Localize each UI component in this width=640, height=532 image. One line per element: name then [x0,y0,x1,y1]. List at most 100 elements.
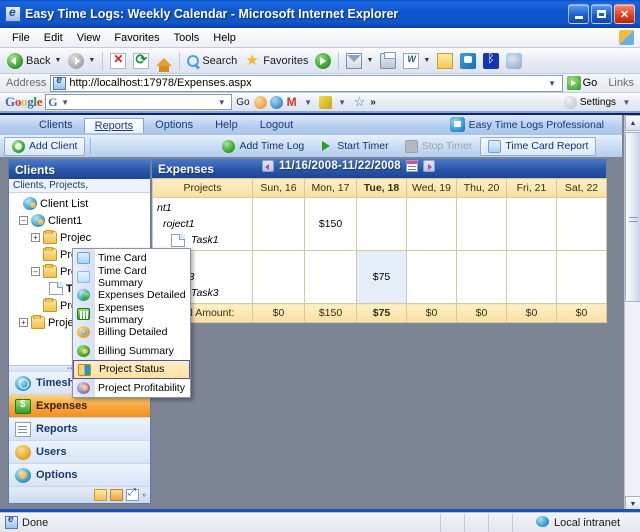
google-go-button[interactable]: Go [235,97,250,108]
tree-item-project-1[interactable]: + Projec [11,229,150,246]
google-earth-icon[interactable] [269,95,283,109]
prev-week-button[interactable] [262,160,274,172]
column-wed[interactable]: Wed, 19 [406,178,457,198]
nav-logout[interactable]: Logout [249,117,305,133]
column-sun[interactable]: Sun, 16 [252,178,305,198]
chevron-down-icon[interactable]: ▼ [301,95,316,110]
sidebar-item-options[interactable]: Options [9,464,150,487]
maximize-button[interactable] [591,4,612,24]
more-button[interactable]: » [369,97,377,108]
menu-tools[interactable]: Tools [167,31,207,45]
cell-mon[interactable] [304,250,357,304]
cell-tue[interactable]: $75 [356,250,407,304]
cell-thu[interactable] [456,250,507,304]
tree-item-client1[interactable]: – Client1 [11,212,150,229]
page-vertical-scrollbar[interactable]: ▲ ▼ [624,115,640,512]
edit-button[interactable]: ▼ [400,50,433,72]
sidebar-item-users[interactable]: Users [9,441,150,464]
menu-item-billing-detailed[interactable]: Billing Detailed [73,323,190,342]
nav-options[interactable]: Options [144,117,204,133]
google-settings-button[interactable]: Settings ▼ [563,95,637,110]
menu-item-time-card-summary[interactable]: Time Card Summary [73,265,190,289]
menu-item-expenses-summary[interactable]: Expenses Summary [73,302,190,326]
chevron-down-icon[interactable]: ▼ [366,57,373,64]
gmail-icon[interactable]: M [286,95,298,109]
media-button[interactable] [312,50,334,72]
column-projects[interactable]: Projects [152,178,253,198]
cell-sun[interactable] [252,197,305,251]
close-button[interactable]: ✕ [614,4,635,24]
back-button[interactable]: Back ▼ [4,50,64,72]
cell-fri[interactable] [506,197,557,251]
star-icon[interactable]: ☆ [353,94,367,110]
calendar-icon[interactable] [405,160,418,172]
minimize-button[interactable] [568,4,589,24]
expand-panel-icon[interactable] [126,487,140,501]
start-timer-button[interactable]: Start Timer [312,137,396,156]
nav-reports[interactable]: Reports [83,117,145,133]
collapse-icon[interactable]: – [31,267,40,276]
google-bookmarks-icon[interactable] [318,95,332,109]
add-time-log-button[interactable]: Add Time Log [214,137,312,156]
chevron-down-icon[interactable]: ▼ [619,95,634,110]
table-row[interactable]: nt1 roject1 Task1 $150 [152,197,607,251]
cell-wed[interactable] [406,197,457,251]
scroll-up-button[interactable]: ▲ [625,115,640,131]
refresh-button[interactable] [130,50,152,72]
sidebar-item-expenses[interactable]: Expenses [9,395,150,418]
security-zone[interactable]: Local intranet [535,516,640,529]
address-input[interactable]: http://localhost:17978/Expenses.aspx ▼ [50,74,563,92]
table-row[interactable]: nt1 roject3 Task3 [152,250,607,304]
tree-item-client-list[interactable]: Client List [11,195,150,212]
chevron-down-icon[interactable]: ▼ [58,95,73,110]
go-button[interactable]: Go [566,76,602,90]
menu-edit[interactable]: Edit [37,31,70,45]
menu-item-project-profitability[interactable]: Project Profitability [73,379,190,398]
sidebar-item-reports[interactable]: Reports [9,418,150,441]
cell-sun[interactable] [252,250,305,304]
column-sat[interactable]: Sat, 22 [556,178,607,198]
cell-sat[interactable] [556,250,607,304]
cell-mon[interactable]: $150 [304,197,357,251]
messenger-button[interactable] [457,50,479,72]
mail-button[interactable]: ▼ [343,50,376,72]
chevron-down-icon[interactable]: ▼ [88,57,95,64]
google-search-input[interactable]: G ▼ ▼ [45,94,233,110]
home-button[interactable] [153,50,175,72]
chevron-down-icon[interactable]: ▼ [545,76,560,91]
cell-wed[interactable] [406,250,457,304]
bluetooth-button[interactable] [480,50,502,72]
column-thu[interactable]: Thu, 20 [456,178,507,198]
chevron-down-icon[interactable]: ▼ [214,95,229,110]
menu-file[interactable]: File [5,31,37,45]
collapse-icon[interactable]: – [19,216,28,225]
print-button[interactable] [377,50,399,72]
column-fri[interactable]: Fri, 21 [506,178,557,198]
notes-button[interactable] [434,50,456,72]
stop-button[interactable] [107,50,129,72]
time-card-report-button[interactable]: Time Card Report [480,136,597,156]
nav-clients[interactable]: Clients [28,117,84,133]
people-button[interactable] [503,50,525,72]
next-week-button[interactable] [422,160,435,172]
chevron-down-icon[interactable]: ▼ [54,57,61,64]
menu-help[interactable]: Help [206,31,243,45]
chevron-down-icon[interactable]: ▼ [423,57,430,64]
chevron-down-icon[interactable]: ▼ [335,95,350,110]
folder-small-icon[interactable] [94,489,108,501]
expand-icon[interactable]: + [31,233,40,242]
add-client-button[interactable]: Add Client [4,136,86,156]
google-highlight-icon[interactable] [253,95,267,109]
cell-thu[interactable] [456,197,507,251]
cell-sat[interactable] [556,197,607,251]
nav-help[interactable]: Help [204,117,249,133]
expand-icon[interactable]: + [19,318,28,327]
cell-fri[interactable] [506,250,557,304]
menu-item-billing-summary[interactable]: Billing Summary [73,342,190,361]
cell-tue[interactable] [356,197,407,251]
more-icon[interactable]: » [142,492,146,499]
search-button[interactable]: Search [184,50,240,72]
scrollbar-thumb[interactable] [625,132,640,302]
favorites-button[interactable]: ★ Favorites [241,50,311,72]
column-tue[interactable]: Tue, 18 [356,178,407,198]
